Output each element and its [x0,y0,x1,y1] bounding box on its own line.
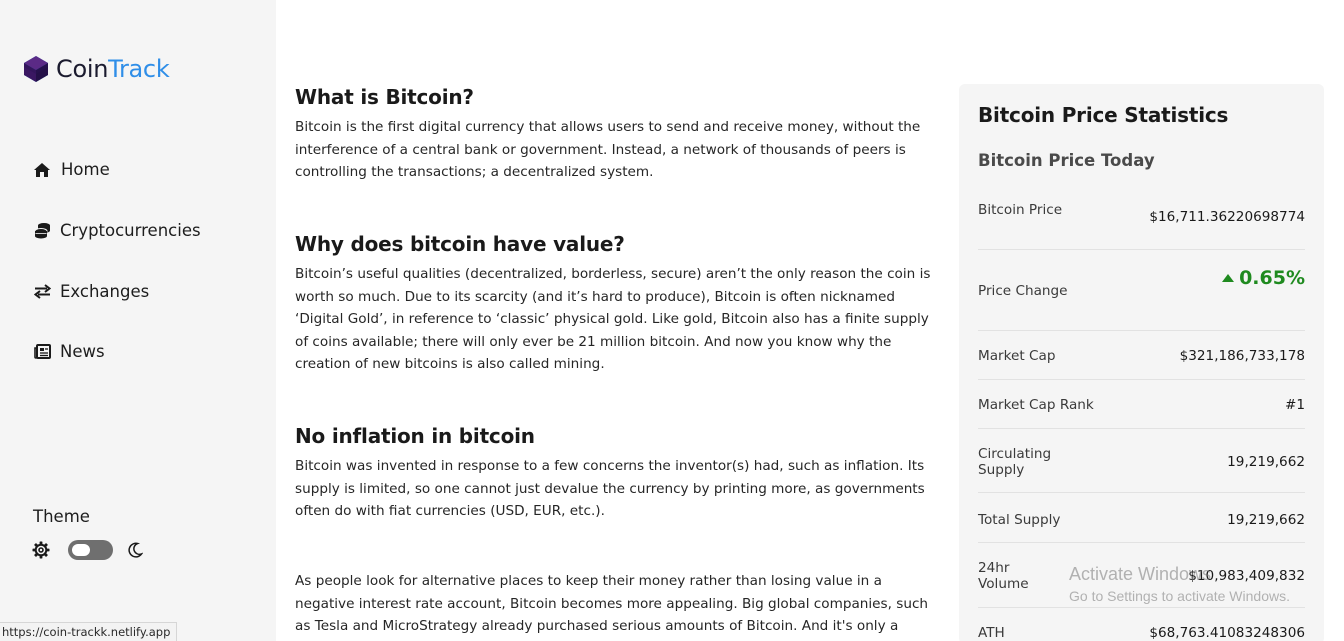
section-body: Bitcoin was invented in response to a fe… [295,458,925,519]
brand-logo[interactable]: CoinTrack [23,55,170,83]
stat-value: 0.65% [1222,267,1305,289]
section-heading: No inflation in bitcoin [295,424,535,448]
newspaper-icon [33,343,51,361]
theme-toggle[interactable] [68,540,113,560]
stat-row-bitcoin-price: Bitcoin Price $16,711.36220698774 [978,194,1305,250]
section-body: Bitcoin is the first digital currency th… [295,119,921,180]
stat-label: Bitcoin Price [978,202,1063,218]
watermark-subtitle: Go to Settings to activate Windows. [1069,588,1290,604]
gear-icon [32,541,50,559]
stat-label: Market Cap [978,348,1056,364]
section-heading: Why does bitcoin have value? [295,232,625,256]
sidebar-item-cryptocurrencies[interactable]: Cryptocurrencies [33,221,201,240]
stats-title: Bitcoin Price Statistics [978,103,1229,127]
sidebar-item-news[interactable]: News [33,342,105,361]
brand-name-part1: Coin [56,55,109,83]
stat-row-price-change: Price Change 0.65% [978,250,1305,331]
watermark-title: Activate Windows [1069,564,1212,584]
sidebar-item-home[interactable]: Home [33,160,110,179]
stat-row-market-cap-rank: Market Cap Rank #1 [978,380,1305,429]
sidebar-item-label: Home [61,160,110,179]
sidebar-item-exchanges[interactable]: Exchanges [33,282,149,301]
coins-icon [33,222,51,240]
stat-value: $321,186,733,178 [1179,348,1305,364]
caret-up-icon [1222,274,1235,282]
section-body: Bitcoin’s useful qualities (decentralize… [295,266,931,372]
brand-name-part2: Track [108,55,170,83]
section-heading: What is Bitcoin? [295,85,474,109]
stat-value: #1 [1284,397,1305,413]
stat-label: Total Supply [978,512,1061,528]
sidebar-item-label: Cryptocurrencies [60,221,201,240]
stat-value: 19,219,662 [1227,512,1305,528]
stat-label: Price Change [978,283,1068,299]
sidebar-item-label: Exchanges [60,282,150,301]
stat-label: 24hr Volume [978,560,1029,592]
theme-toggle-knob [72,544,90,556]
stat-label: Circulating Supply [978,446,1052,478]
stat-value: $68,763.41083248306 [1149,625,1305,641]
home-icon [33,161,51,179]
section-body: As people look for alternative places to… [295,573,929,641]
price-change-value: 0.65% [1239,267,1305,289]
price-statistics-panel: Bitcoin Price Statistics Bitcoin Price T… [959,84,1324,641]
theme-label: Theme [33,507,90,526]
stat-row-market-cap: Market Cap $321,186,733,178 [978,331,1305,380]
activate-windows-watermark: Activate Windows Go to Settings to activ… [1069,564,1290,604]
stats-subtitle: Bitcoin Price Today [978,151,1155,170]
theme-switcher [32,540,143,560]
stat-value: 19,219,662 [1227,454,1305,470]
hexagon-logo-icon [24,56,48,82]
sidebar-item-label: News [60,342,105,361]
exchange-arrows-icon [33,283,51,301]
brand-name: CoinTrack [56,55,170,83]
stat-value: $16,711.36220698774 [1149,209,1305,225]
stat-label: Market Cap Rank [978,397,1094,413]
sidebar: CoinTrack Home Cryptocurrencies Exchange… [0,0,276,641]
stat-row-ath: ATH $68,763.41083248306 [978,608,1305,641]
status-bar-url: https://coin-trackk.netlify.app [0,622,178,641]
stat-label: ATH [978,625,1005,641]
moon-icon [128,542,143,558]
stat-row-circulating-supply: Circulating Supply 19,219,662 [978,429,1305,493]
stat-row-total-supply: Total Supply 19,219,662 [978,493,1305,543]
